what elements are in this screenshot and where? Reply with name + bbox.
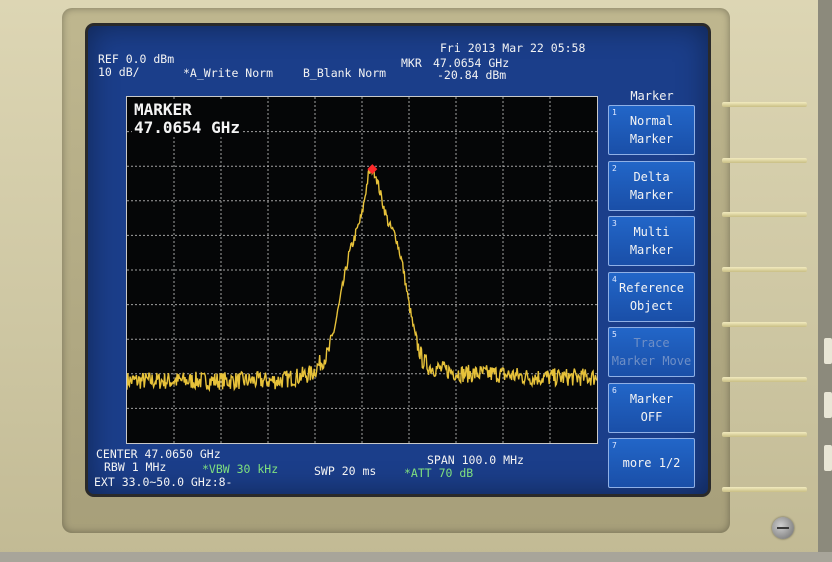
softkey-4[interactable]: 4 Reference Object [608, 271, 695, 322]
softkey-label-line1: Delta [633, 169, 670, 184]
span: SPAN 100.0 MHz [427, 453, 524, 467]
softkey-label-line1: Normal [629, 114, 674, 128]
softkey-label-line1: Trace [633, 336, 670, 350]
hardware-softkey-8[interactable] [722, 487, 807, 492]
softkey-label-line1: Reference [618, 280, 685, 295]
softkey-label-line2: Marker Move [611, 354, 692, 368]
softkey-number: 6 [612, 385, 617, 395]
softkey-number: 5 [612, 330, 617, 339]
softkey-label-line2: Object [629, 298, 674, 313]
trace-a-mode: *A_Write Norm [183, 66, 274, 80]
softkey-6[interactable]: 6 Marker OFF [608, 382, 695, 433]
softkey-label-line2: Marker [629, 187, 674, 202]
softkey-label-line2: Marker [629, 132, 674, 146]
marker-readout: MARKER 47.0654 GHz [132, 101, 242, 137]
softkey-1[interactable]: 1 Normal Marker [608, 105, 695, 155]
softkey-number: 7 [612, 441, 617, 450]
center-frequency: CENTER 47.0650 GHz [96, 447, 221, 461]
sweep-time: SWP 20 ms [314, 464, 377, 478]
scale: 10 dB/ [98, 65, 140, 79]
hardware-softkey-6[interactable] [722, 377, 807, 382]
ref-level: REF 0.0 dBm [98, 52, 175, 66]
softkey-label-line2: OFF [640, 409, 663, 424]
vbw: *VBW 30 kHz [202, 462, 279, 476]
hardware-softkey-1[interactable] [722, 102, 807, 107]
side-tab [824, 338, 832, 364]
mkr-label: MKR [401, 56, 422, 70]
trace-b-mode: B_Blank Norm [303, 66, 387, 80]
hardware-softkey-4[interactable] [722, 267, 807, 272]
softkey-5[interactable]: 5 Trace Marker Move [608, 327, 695, 377]
softkey-number: 3 [612, 219, 617, 228]
analyzer-screen: Fri 2013 Mar 22 05:58 REF 0.0 dBm 10 dB/… [88, 26, 708, 494]
softkey-number: 2 [612, 163, 617, 173]
softkey-3[interactable]: 3 Multi Marker [608, 216, 695, 266]
softkey-label-line1: more 1/2 [622, 456, 681, 470]
bottom-strip [0, 552, 832, 562]
hardware-softkey-5[interactable] [722, 322, 807, 327]
datetime: Fri 2013 Mar 22 05:58 [440, 41, 586, 55]
marker-readout-title: MARKER [134, 100, 192, 119]
hardware-softkey-3[interactable] [722, 212, 807, 217]
side-tab [824, 445, 832, 471]
hardware-softkey-2[interactable] [722, 158, 807, 163]
mkr-level: -20.84 dBm [437, 68, 507, 82]
side-tab [824, 392, 832, 418]
softkey-number: 1 [612, 108, 617, 117]
menu-title: Marker [630, 89, 674, 103]
softkey-2[interactable]: 2 Delta Marker [608, 160, 695, 211]
spectrum-chart [127, 97, 597, 443]
panel-screw [772, 517, 794, 539]
external-mixer-range: EXT 33.0~50.0 GHz:8- [94, 475, 233, 489]
spectrum-plot: MARKER 47.0654 GHz [126, 96, 598, 444]
attenuation: *ATT 70 dB [404, 466, 474, 480]
softkey-label-line1: Marker [629, 391, 674, 406]
chassis-edge [818, 0, 832, 562]
softkey-number: 4 [612, 274, 617, 284]
softkey-label-line2: Marker [629, 243, 674, 257]
hardware-softkey-7[interactable] [722, 432, 807, 437]
rbw: RBW 1 MHz [104, 460, 167, 474]
marker-readout-frequency: 47.0654 GHz [134, 118, 240, 137]
softkey-7[interactable]: 7 more 1/2 [608, 438, 695, 488]
softkey-label-line1: Multi [633, 225, 670, 239]
